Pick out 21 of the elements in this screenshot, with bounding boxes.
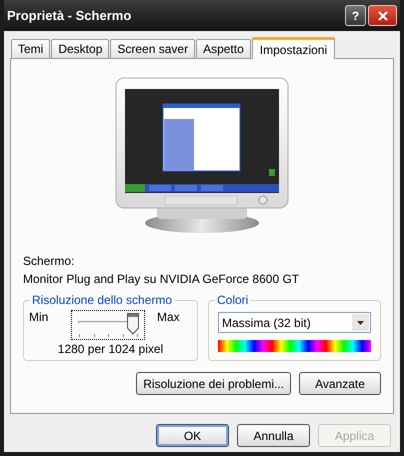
slider-thumb[interactable] [127, 313, 139, 335]
tab[interactable]: Impostazioni [252, 37, 336, 59]
close-icon [378, 10, 388, 20]
min-label: Min [29, 310, 50, 324]
colors-dropdown[interactable]: Massima (32 bit) [218, 312, 371, 333]
max-label: Max [157, 310, 180, 324]
help-button[interactable]: ? [345, 5, 366, 26]
troubleshoot-button[interactable]: Risoluzione dei problemi... [136, 372, 291, 395]
resolution-reading: 1280 per 1024 pixel [58, 342, 164, 356]
close-button[interactable] [368, 5, 397, 26]
dialog-button[interactable]: Annulla [237, 424, 310, 447]
display-label: Schermo: [23, 253, 76, 269]
window-title: Proprietà - Schermo [7, 6, 132, 25]
advanced-button[interactable]: Avanzate [299, 372, 381, 395]
dialog-button[interactable]: OK [156, 424, 229, 447]
tab[interactable]: Desktop [51, 39, 110, 58]
tab[interactable]: Temi [11, 39, 50, 58]
display-device: Monitor Plug and Play su NVIDIA GeForce 8600 GT [23, 271, 300, 287]
resolution-slider[interactable] [71, 310, 145, 340]
tab[interactable]: Screen saver [110, 39, 196, 58]
tab[interactable]: Aspetto [196, 39, 251, 58]
